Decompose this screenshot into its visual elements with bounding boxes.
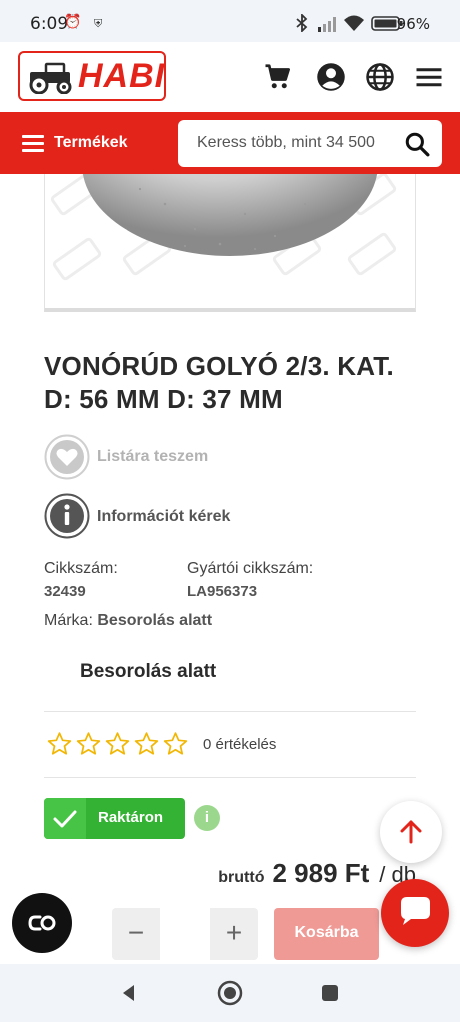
price-gross-label: bruttó [218,869,265,886]
cookie-consent-button[interactable] [12,893,72,953]
tractor-icon [29,62,72,94]
search-icon[interactable] [404,131,430,157]
quantity-increase-button[interactable]: + [210,908,258,960]
reviews-count[interactable]: 0 értékelés [203,736,276,753]
stock-status-badge: Raktáron [44,798,185,839]
shield-icon: ⛨ [94,17,103,30]
manufacturer-sku-label: Gyártói cikkszám: [187,560,314,577]
quantity-stepper: − + [112,908,258,960]
brand-block-name[interactable]: Besorolás alatt [80,661,216,683]
wifi-icon [344,15,364,31]
back-icon[interactable] [119,983,139,1003]
wishlist-label[interactable]: Listára teszem [97,448,208,466]
add-to-cart-button[interactable]: Kosárba [274,908,379,960]
brand-value[interactable]: Besorolás alatt [97,612,212,629]
recents-icon[interactable] [321,984,339,1002]
co-logo-icon [28,915,56,931]
battery-percent: 96% [396,15,430,33]
price-value: 2 989 Ft [272,858,370,888]
logo-text: HABI [78,57,166,95]
sku-label: Cikkszám: [44,560,118,577]
chat-bubble-icon [401,897,430,925]
rating-stars[interactable] [45,731,190,757]
category-nav-bar: Termékek Keress több, mint 34 500 [0,112,460,174]
product-photo [50,174,397,281]
hamburger-menu-icon[interactable] [414,62,444,92]
info-request-button[interactable] [44,493,90,539]
brand-label: Márka: [44,612,93,629]
quantity-input[interactable] [160,908,210,960]
star-icon[interactable] [45,731,74,757]
quantity-decrease-button[interactable]: − [112,908,160,960]
product-image[interactable] [44,174,416,312]
star-icon[interactable] [74,731,103,757]
home-icon[interactable] [217,980,243,1006]
alarm-off-icon: ⏰ [64,14,82,30]
manufacturer-sku-value: LA956373 [187,583,258,600]
status-time: 6:09 [30,14,69,34]
divider [44,711,416,712]
system-navigation-bar [0,964,460,1022]
menu-icon [22,135,44,152]
stock-info-icon[interactable]: i [194,805,220,831]
signal-icon [318,17,336,32]
stock-status-label: Raktáron [98,809,164,826]
info-icon [64,504,70,510]
chat-button[interactable] [381,879,449,947]
bluetooth-icon [296,14,308,32]
site-header: HABI [0,42,460,112]
checkmark-icon [44,798,86,839]
search-input[interactable]: Keress több, mint 34 500 [178,120,442,167]
habi-logo[interactable]: HABI [18,51,166,101]
brand-line: Márka: Besorolás alatt [44,612,212,630]
products-menu-button[interactable]: Termékek [22,130,128,156]
star-icon[interactable] [161,731,190,757]
cart-icon[interactable] [263,62,293,92]
search-placeholder: Keress több, mint 34 500 [197,134,375,151]
status-bar: 6:09 ⏰ ⛨ 96% [0,0,460,42]
divider [44,777,416,778]
product-title: VONÓRÚD GOLYÓ 2/3. KAT. D: 56 MM D: 37 M… [44,350,434,416]
sku-value: 32439 [44,583,86,600]
scroll-to-top-button[interactable] [380,801,442,863]
account-icon[interactable] [316,62,346,92]
arrow-up-icon [400,820,422,844]
wishlist-heart-button[interactable] [44,434,90,480]
product-title-line-1: VONÓRÚD GOLYÓ 2/3. KAT. [44,351,394,381]
globe-icon[interactable] [365,62,395,92]
products-menu-label: Termékek [54,134,128,151]
star-icon[interactable] [103,731,132,757]
star-icon[interactable] [132,731,161,757]
product-title-line-2: D: 56 MM D: 37 MM [44,384,283,414]
info-request-label[interactable]: Információt kérek [97,508,230,526]
